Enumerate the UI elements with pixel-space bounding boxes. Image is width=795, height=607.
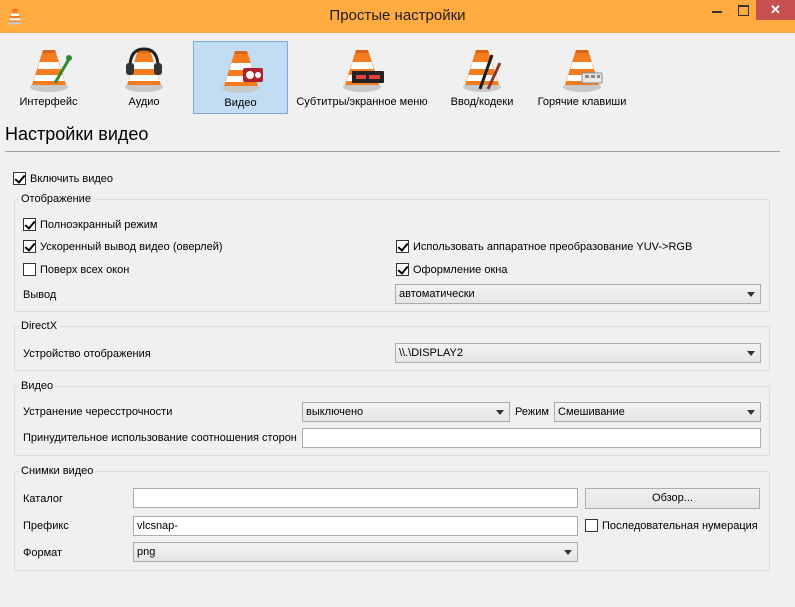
display-device-value: \\.\DISPLAY2 (399, 347, 463, 359)
category-toolbar: Интерфейс Аудио Видео Субтитры/экранное … (0, 33, 795, 117)
deinterlace-select[interactable]: выключено (302, 402, 510, 422)
close-button[interactable]: ✕ (756, 0, 795, 20)
subtitles-cone-icon (343, 50, 384, 92)
input-codecs-cone-icon (463, 50, 502, 92)
snapshots-group-title: Снимки видео (19, 464, 96, 478)
title-bar: Простые настройки ✕ (0, 0, 795, 33)
enable-video-checkbox[interactable] (13, 172, 26, 185)
prefix-input[interactable]: vlcsnap- (133, 516, 578, 536)
page-title: Настройки видео (5, 124, 149, 144)
browse-button[interactable]: Обзор... (585, 488, 760, 509)
format-value: png (137, 546, 156, 558)
chevron-down-icon (496, 410, 504, 415)
format-select[interactable]: png (133, 542, 578, 562)
category-label: Субтитры/экранное меню (296, 96, 428, 108)
deinterlace-mode-select[interactable]: Смешивание (554, 402, 761, 422)
display-device-label: Устройство отображения (23, 348, 151, 360)
category-interface[interactable]: Интерфейс (6, 41, 91, 114)
category-subtitles-osd[interactable]: Субтитры/экранное меню (294, 41, 430, 114)
category-label: Видео (224, 97, 257, 109)
directx-group-title: DirectX (19, 319, 60, 333)
display-device-select[interactable]: \\.\DISPLAY2 (395, 343, 761, 363)
enable-video-label: Включить видео (30, 173, 114, 185)
minimize-button[interactable] (704, 0, 730, 20)
category-label: Аудио (128, 96, 160, 108)
category-audio[interactable]: Аудио (100, 41, 188, 114)
yuv-rgb-label: Использовать аппаратное преобразование Y… (413, 241, 693, 253)
category-label: Ввод/кодеки (450, 96, 514, 108)
directory-input[interactable] (133, 488, 578, 508)
category-input-codecs[interactable]: Ввод/кодеки (440, 41, 524, 114)
always-on-top-checkbox[interactable] (23, 263, 36, 276)
maximize-button[interactable] (730, 0, 756, 20)
yuv-rgb-checkbox[interactable] (396, 240, 409, 253)
display-group-title: Отображение (19, 192, 93, 206)
output-select[interactable]: автоматически (395, 284, 761, 304)
chevron-down-icon (747, 292, 755, 297)
deinterlace-label: Устранение чересстрочности (23, 406, 173, 418)
aspect-ratio-label: Принудительное использование соотношения… (23, 432, 297, 444)
prefix-label: Префикс (23, 520, 69, 532)
aspect-ratio-input[interactable] (302, 428, 761, 448)
fullscreen-label: Полноэкранный режим (40, 219, 158, 231)
category-video[interactable]: Видео (193, 41, 288, 114)
category-label: Интерфейс (19, 96, 78, 108)
format-label: Формат (23, 547, 63, 559)
output-label: Вывод (23, 289, 57, 301)
hotkeys-cone-icon (563, 50, 603, 92)
directory-label: Каталог (23, 493, 63, 505)
chevron-down-icon (747, 410, 755, 415)
window-decorations-label: Оформление окна (413, 264, 508, 276)
overlay-checkbox[interactable] (23, 240, 36, 253)
fullscreen-checkbox[interactable] (23, 218, 36, 231)
audio-headphones-cone-icon (125, 47, 163, 92)
video-group-title: Видео (19, 379, 56, 393)
category-label: Горячие клавиши (537, 96, 627, 108)
video-cone-icon (221, 51, 263, 93)
chevron-down-icon (747, 351, 755, 356)
deinterlace-mode-label: Режим (515, 406, 549, 418)
deinterlace-value: выключено (306, 406, 364, 418)
deinterlace-mode-value: Смешивание (558, 406, 625, 418)
window-decorations-checkbox[interactable] (396, 263, 409, 276)
title-divider (5, 151, 780, 152)
interface-cone-icon (29, 50, 72, 92)
window-title: Простые настройки (329, 7, 466, 24)
chevron-down-icon (564, 550, 572, 555)
sequential-numbering-label: Последовательная нумерация (602, 520, 758, 532)
always-on-top-label: Поверх всех окон (40, 264, 130, 276)
category-hotkeys[interactable]: Горячие клавиши (532, 41, 632, 114)
sequential-numbering-checkbox[interactable] (585, 519, 598, 532)
output-select-value: автоматически (399, 288, 475, 300)
overlay-label: Ускоренный вывод видео (оверлей) (40, 241, 223, 253)
